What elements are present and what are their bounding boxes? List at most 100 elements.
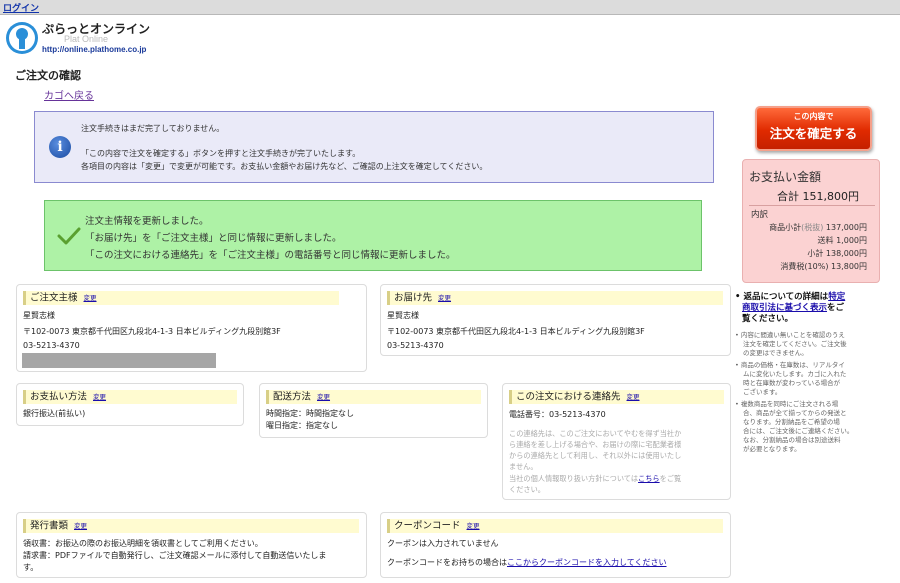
payment-title: お支払い金額 — [749, 170, 822, 184]
invoice-edit-link[interactable]: 変更 — [74, 522, 87, 530]
info-line-1: 注文手続きはまだ完了しておりません。 — [81, 124, 225, 133]
delivery-name: 星賢志様 — [387, 311, 419, 320]
confirm-button-line-2: 注文を確定する — [769, 126, 858, 141]
returns-lead-post-1: をご — [827, 303, 845, 313]
side-note-2b: ムに変化いたします。カゴに入れた — [743, 370, 847, 378]
coupon-prompt-text: クーポンコードをお持ちの場合は — [387, 558, 507, 567]
plat-online-logo-icon[interactable] — [4, 20, 40, 56]
info-line-2: 「この内容で注文を確定する」ボタンを押すと注文手続きが完了いたします。 — [81, 149, 361, 158]
coupon-edit-link[interactable]: 変更 — [467, 522, 480, 530]
payment-method-edit-link[interactable]: 変更 — [93, 393, 106, 401]
side-note-1: • 内容に間違い無いことを確認のうえ — [735, 331, 845, 339]
orderer-phone: 03-5213-4370 — [23, 341, 80, 350]
contact-header: この注文における連絡先 変更 — [509, 390, 724, 404]
shipping-method-panel: 配送方法 変更 時間指定：時間指定なし 曜日指定：指定なし — [259, 383, 488, 438]
tax-value: 13,800円 — [831, 262, 867, 271]
invoice-header: 発行書類 変更 — [23, 519, 359, 533]
subtotal-note: (税抜) — [801, 223, 824, 232]
payment-summary: お支払い金額 合計 151,800円 内訳 商品小計(税抜) 137,000円 … — [742, 159, 880, 283]
contact-panel: この注文における連絡先 変更 電話番号：03-5213-4370 この連絡先は、こ… — [502, 383, 731, 500]
returns-notice: • 返品についての詳細は特定 商取引法に基づく表示をご 覧ください。 — [735, 292, 846, 324]
contact-note-1: この連絡先は、このご注文においてやむを得ず当社か — [509, 429, 682, 438]
side-note-3e: なお、分割納品の場合は別途送料 — [743, 436, 841, 444]
contact-note-5-post: をご覧 — [659, 474, 682, 483]
pretax-row: 小計 138,000円 — [807, 248, 867, 259]
coupon-status: クーポンは入力されていません — [387, 539, 499, 548]
shipping-day: 曜日指定：指定なし — [266, 421, 338, 430]
info-icon: i — [49, 136, 71, 158]
invoice-line-2: 請求書：PDFファイルで自動発行し、ご注文確認メールに添付して自動送信いたしま — [23, 551, 327, 560]
side-note-3b: 合、商品が全て揃ってからの発送と — [743, 409, 847, 417]
delivery-title: お届け先 — [394, 292, 433, 304]
invoice-line-1: 領収書：お振込の際のお振込明細を領収書としてご利用ください。 — [23, 539, 263, 548]
side-note-3c: なります。分割納品をご希望の場 — [743, 418, 840, 426]
success-line-1: 注文主情報を更新しました。 — [85, 216, 209, 227]
contact-edit-link[interactable]: 変更 — [627, 393, 640, 401]
success-notice: 注文主情報を更新しました。 「お届け先」を「ご注文主様」と同じ情報に更新しました… — [44, 200, 702, 271]
returns-policy-link-2[interactable]: 商取引法に基づく表示 — [742, 303, 827, 313]
coupon-title: クーポンコード — [394, 520, 461, 532]
payment-divider — [749, 205, 875, 206]
returns-policy-link-1[interactable]: 特定 — [828, 292, 845, 302]
returns-lead-pre: 返品についての詳細は — [743, 292, 829, 302]
payment-method-value: 銀行振込(前払い) — [23, 409, 86, 418]
returns-lead-post-2: 覧ください。 — [742, 314, 794, 324]
login-link[interactable]: ログイン — [3, 1, 39, 14]
subtotal-label: 商品小計 — [769, 223, 802, 232]
pretax-label: 小計 — [807, 249, 824, 258]
delivery-header: お届け先 変更 — [387, 291, 723, 305]
shipping-row: 送料 1,000円 — [818, 235, 867, 246]
confirm-button-line-1: この内容で — [793, 112, 834, 121]
invoice-title: 発行書類 — [30, 520, 69, 532]
shipping-method-header: 配送方法 変更 — [266, 390, 481, 404]
side-note-3f: が必要となります。 — [743, 445, 801, 453]
side-note-1c: の変更はできません。 — [743, 349, 808, 357]
side-note-1b: 注文を確定してください。ご注文後 — [743, 340, 847, 348]
brand-url: http://online.plathome.co.jp — [42, 45, 147, 54]
contact-note-4: ません。 — [509, 462, 538, 471]
total-label: 合計 — [777, 190, 799, 203]
contact-note-5-pre: 当社の個人情報取り扱い方針については — [509, 474, 639, 483]
brand-subtitle: Plat Online — [64, 34, 109, 44]
coupon-prompt: クーポンコードをお持ちの場合はここからクーポンコードを入力してください — [387, 557, 667, 568]
shipping-label: 送料 — [817, 236, 834, 245]
shipping-method-edit-link[interactable]: 変更 — [317, 393, 330, 401]
top-bar: ログイン — [0, 0, 900, 15]
coupon-entry-link[interactable]: ここからクーポンコードを入力してください — [507, 558, 667, 567]
contact-note-3: からの連絡先として利用し、それ以外には使用いたし — [509, 451, 682, 460]
payment-method-panel: お支払い方法 変更 銀行振込(前払い) — [16, 383, 244, 426]
contact-title: この注文における連絡先 — [516, 391, 621, 403]
shipping-time: 時間指定：時間指定なし — [266, 409, 354, 418]
side-note-3d: 合には、ご注文後にご連絡ください。 — [743, 427, 854, 435]
page-title: ご注文の確認 — [15, 69, 81, 82]
subtotal-row: 商品小計(税抜) 137,000円 — [769, 222, 867, 233]
side-note-2c: 時と在庫数が変わっている場合が — [743, 379, 841, 387]
shipping-method-title: 配送方法 — [273, 391, 312, 403]
payment-method-title: お支払い方法 — [30, 391, 88, 403]
side-note-3: • 複数商品を同時にご注文される場 — [735, 400, 839, 408]
redacted-field — [22, 353, 216, 368]
delivery-panel: お届け先 変更 星賢志様 〒102-0073 東京都千代田区九段北4-1-3 日本… — [380, 284, 731, 356]
invoice-panel: 発行書類 変更 領収書：お振込の際のお振込明細を領収書としてご利用ください。 請求… — [16, 512, 367, 578]
orderer-title: ご注文主様 — [30, 292, 78, 304]
side-note-2d: ございます。 — [743, 388, 782, 396]
tax-row: 消費税(10%) 13,800円 — [780, 261, 867, 272]
side-note-3-text: 複数商品を同時にご注文される場 — [740, 400, 839, 408]
info-line-3: 各項目の内容は「変更」で変更が可能です。お支払い金額やお届け先など、ご確認の上注… — [81, 162, 488, 171]
side-note-2-text: 商品の価格・在庫数は、リアルタイ — [740, 361, 845, 369]
contact-note-5: 当社の個人情報取り扱い方針についてはこちらをご覧 — [509, 474, 681, 484]
contact-note-2: ら連絡を差し上げる場合や、お届けの際に宅配業者様 — [509, 440, 682, 449]
contact-note-6: ください。 — [509, 485, 545, 494]
info-notice: i 注文手続きはまだ完了しておりません。 「この内容で注文を確定する」ボタンを押… — [34, 111, 714, 183]
tax-note: (10%) — [804, 262, 829, 271]
orderer-edit-link[interactable]: 変更 — [84, 294, 97, 302]
confirm-order-button[interactable]: この内容で 注文を確定する — [755, 106, 872, 151]
invoice-line-3: す。 — [23, 563, 39, 572]
privacy-policy-link[interactable]: こちら — [638, 474, 660, 483]
delivery-edit-link[interactable]: 変更 — [438, 294, 451, 302]
subtotal-value: 137,000円 — [825, 223, 867, 232]
back-to-cart-link[interactable]: カゴへ戻る — [44, 87, 94, 102]
breakdown-label: 内訳 — [751, 210, 769, 220]
side-note-2: • 商品の価格・在庫数は、リアルタイ — [735, 361, 845, 369]
coupon-panel: クーポンコード 変更 クーポンは入力されていません クーポンコードをお持ちの場合は… — [380, 512, 731, 578]
